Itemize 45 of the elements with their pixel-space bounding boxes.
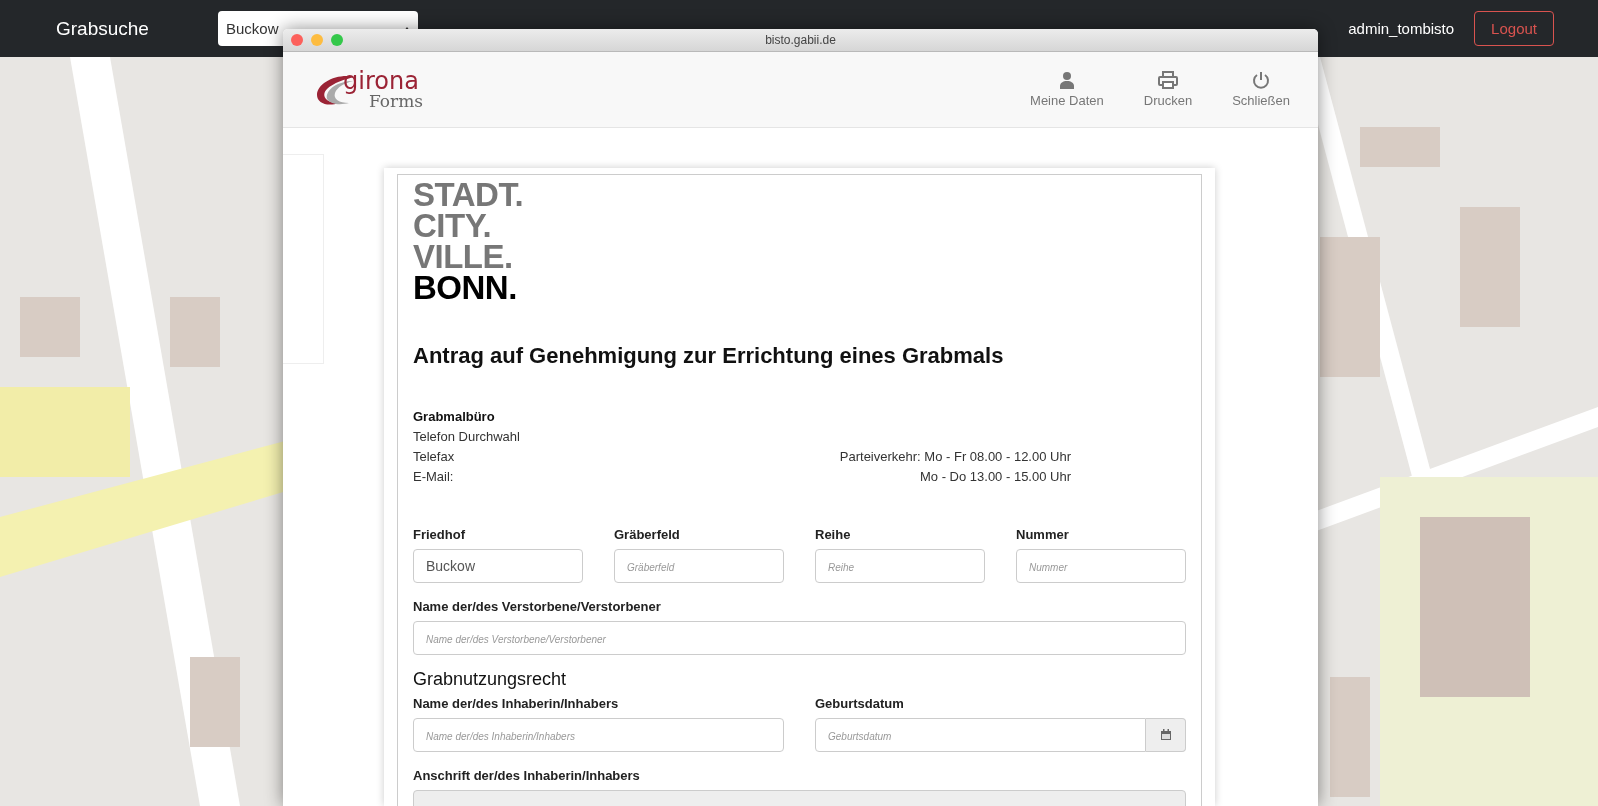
username: admin_tombisto (1348, 20, 1455, 37)
calendar-icon (1159, 729, 1172, 741)
field-label: Gräberfeld (614, 527, 681, 542)
printer-icon (1157, 71, 1178, 89)
city-logo-line: VILLE. (413, 241, 513, 272)
input-field[interactable]: Name der/des Verstorbene/Verstorbener (413, 621, 1186, 655)
form-title: Antrag auf Genehmigung zur Errichtung eines Grabmals (413, 343, 1005, 369)
office-heading: Grabmalbüro (413, 408, 496, 426)
field-label: Nummer (1016, 527, 1070, 542)
field-label: Friedhof (413, 527, 466, 542)
window-title: bisto.gabii.de (764, 33, 837, 47)
caret-icon (404, 26, 410, 31)
logo-subtitle: Forms (369, 93, 424, 110)
city-logo-line: CITY. (413, 210, 492, 241)
logout-button[interactable]: Logout (1474, 11, 1554, 46)
field-label: Name der/des Verstorbene/Verstorbener (413, 599, 662, 614)
field-label: Name der/des Inhaberin/Inhabers (413, 696, 620, 711)
input-field[interactable]: Nummer (1016, 549, 1186, 583)
close-icon[interactable] (291, 34, 303, 46)
date-field[interactable]: Geburtsdatum (815, 718, 1146, 752)
city-logo-line: STADT. (413, 179, 524, 210)
office-info: Telefax (413, 448, 456, 466)
section-heading: Grabnutzungsrecht (413, 669, 568, 690)
header-action[interactable]: Schließen (1232, 71, 1290, 108)
logo-wordmark: girona (343, 69, 420, 93)
field-label: Geburtsdatum (815, 696, 905, 711)
calendar-button[interactable] (1146, 718, 1186, 752)
minimize-icon[interactable] (311, 34, 323, 46)
input-field[interactable]: Gräberfeld (614, 549, 784, 583)
user-icon (1058, 71, 1075, 89)
field-label: Reihe (815, 527, 852, 542)
zoom-icon[interactable] (331, 34, 343, 46)
office-info: Telefon Durchwahl (413, 428, 521, 446)
field-label: Anschrift der/des Inhaberin/Inhabers (413, 768, 641, 783)
office-hours: Parteiverkehr: Mo - Fr 08.00 - 12.00 Uhr (839, 448, 1071, 466)
header-action[interactable]: Drucken (1143, 71, 1193, 108)
office-info: E-Mail: (413, 468, 455, 486)
input-field[interactable]: Buckow (413, 549, 583, 583)
office-hours: Mo - Do 13.00 - 15.00 Uhr (919, 468, 1071, 486)
header-action[interactable]: Meine Daten (1030, 71, 1104, 108)
city-logo-line: BONN. (413, 272, 517, 303)
brand-title: Grabsuche (56, 17, 150, 40)
power-icon (1252, 71, 1271, 89)
input-field[interactable]: Reihe (815, 549, 985, 583)
input-field[interactable]: Name der/des Inhaberin/Inhabers (413, 718, 784, 752)
